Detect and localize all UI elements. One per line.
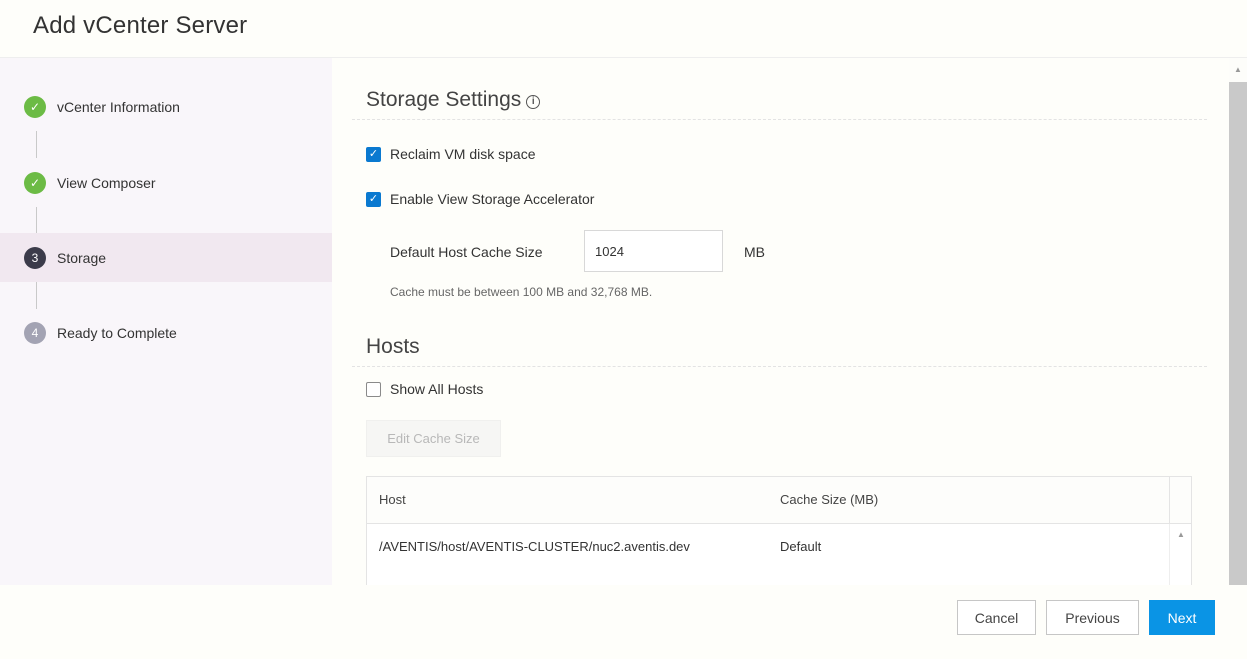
step-connector <box>36 282 37 309</box>
step-connector <box>36 131 37 158</box>
show-all-hosts-label: Show All Hosts <box>390 381 484 397</box>
main-scrollbar[interactable]: ▲ <box>1229 58 1247 585</box>
step-number-badge: 3 <box>24 246 46 269</box>
host-path-cell: /AVENTIS/host/AVENTIS-CLUSTER/nuc2.avent… <box>379 539 690 554</box>
dialog-title: Add vCenter Server <box>33 12 248 39</box>
hosts-table-header: Host Cache Size (MB) <box>367 477 1191 524</box>
step-storage[interactable]: 3 Storage <box>0 233 332 282</box>
reclaim-disk-space-checkbox[interactable]: ✓ Reclaim VM disk space <box>366 146 536 162</box>
hosts-table: Host Cache Size (MB) /AVENTIS/host/AVENT… <box>366 476 1192 585</box>
cache-size-cell: Default <box>780 539 822 554</box>
previous-button[interactable]: Previous <box>1046 600 1139 635</box>
table-scrollbar[interactable]: ▲ <box>1169 524 1191 585</box>
cache-size-hint: Cache must be between 100 MB and 32,768 … <box>390 285 653 299</box>
host-cache-size-label: Default Host Cache Size <box>390 244 543 260</box>
step-complete-check-icon: ✓ <box>24 95 46 118</box>
step-number-badge: 4 <box>24 321 46 344</box>
reclaim-disk-space-label: Reclaim VM disk space <box>390 146 536 162</box>
info-icon[interactable]: i <box>526 95 541 109</box>
checkbox-unchecked-icon[interactable] <box>366 381 381 397</box>
show-all-hosts-checkbox[interactable]: Show All Hosts <box>366 381 483 397</box>
checkbox-checked-icon[interactable]: ✓ <box>366 146 381 162</box>
step-label: Ready to Complete <box>57 324 177 341</box>
checkbox-checked-icon[interactable]: ✓ <box>366 191 381 207</box>
column-separator <box>1169 477 1170 524</box>
cancel-button[interactable]: Cancel <box>957 600 1036 635</box>
column-header-host[interactable]: Host <box>379 492 406 507</box>
step-vcenter-information[interactable]: ✓ vCenter Information <box>0 82 332 131</box>
hosts-heading: Hosts <box>366 335 420 358</box>
enable-storage-accelerator-checkbox[interactable]: ✓ Enable View Storage Accelerator <box>366 191 594 207</box>
host-cache-size-input[interactable] <box>584 230 723 272</box>
scrollbar-thumb[interactable] <box>1229 82 1247 585</box>
edit-cache-size-button[interactable]: Edit Cache Size <box>366 420 501 457</box>
step-label: Storage <box>57 249 107 266</box>
storage-settings-panel: Storage Settings i ✓ Reclaim VM disk spac… <box>332 58 1229 585</box>
storage-settings-heading: Storage Settings i <box>366 88 541 112</box>
column-header-cache-size[interactable]: Cache Size (MB) <box>780 492 878 507</box>
storage-settings-title: Storage Settings <box>366 88 522 111</box>
step-label: View Composer <box>57 174 156 191</box>
section-divider <box>352 119 1207 120</box>
cache-size-unit: MB <box>744 244 765 260</box>
wizard-steps-sidebar: ✓ vCenter Information ✓ View Composer 3 … <box>0 58 332 585</box>
scroll-up-arrow-icon[interactable]: ▲ <box>1177 530 1185 539</box>
enable-storage-accelerator-label: Enable View Storage Accelerator <box>390 191 595 207</box>
scroll-up-arrow-icon[interactable]: ▲ <box>1234 65 1242 74</box>
step-complete-check-icon: ✓ <box>24 171 46 194</box>
step-ready-to-complete[interactable]: 4 Ready to Complete <box>0 308 332 357</box>
next-button[interactable]: Next <box>1149 600 1215 635</box>
step-connector <box>36 207 37 234</box>
step-label: vCenter Information <box>57 98 180 115</box>
step-view-composer[interactable]: ✓ View Composer <box>0 158 332 207</box>
section-divider <box>352 366 1207 367</box>
